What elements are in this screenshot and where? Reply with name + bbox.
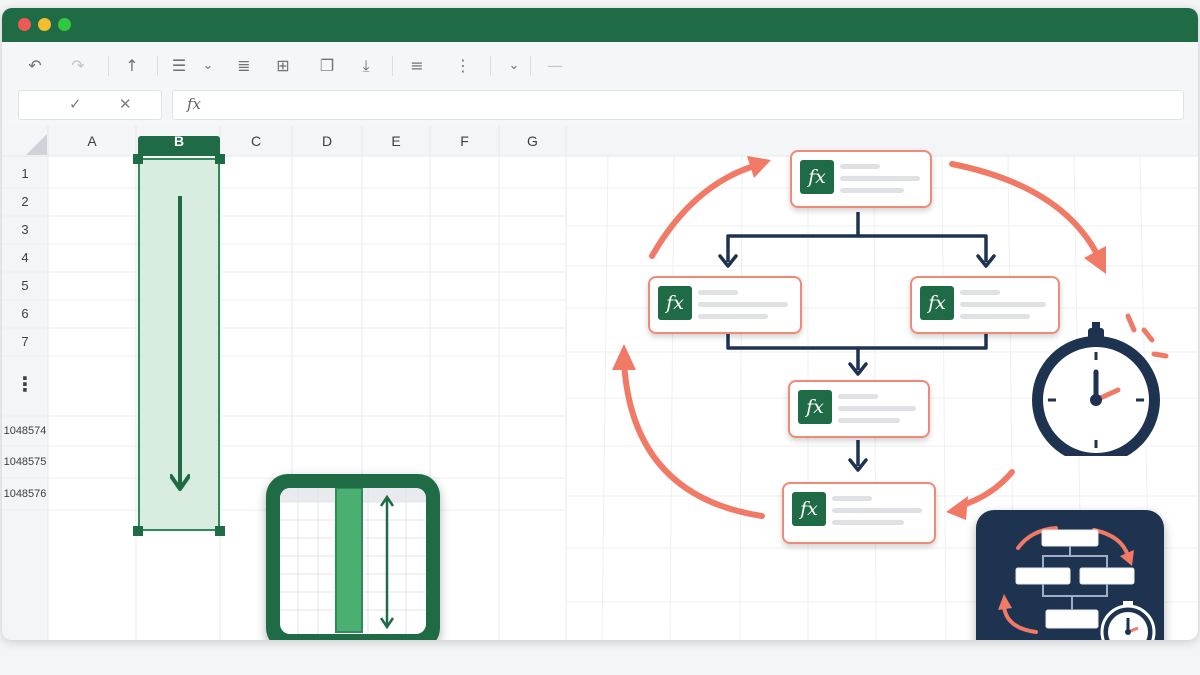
function-icon: fx: [800, 160, 834, 194]
column-header-e[interactable]: E: [362, 126, 430, 156]
rows-ellipsis: ⋮: [15, 372, 35, 396]
arrow-down-icon: [170, 196, 190, 491]
toolbar-divider: [157, 56, 158, 76]
column-header-c[interactable]: C: [220, 126, 292, 156]
align-left-icon[interactable]: ☰: [165, 52, 193, 80]
name-box[interactable]: ✓ ✕: [18, 90, 162, 120]
toolbar-divider: [490, 56, 491, 76]
row-header[interactable]: 1048575: [2, 456, 48, 468]
column-header-a[interactable]: A: [48, 126, 136, 156]
toolbar-divider: [392, 56, 393, 76]
close-window-button[interactable]: [18, 18, 31, 31]
fill-handle[interactable]: [215, 526, 225, 536]
formula-node[interactable]: fx: [790, 150, 932, 208]
toolbar-divider: [530, 56, 531, 76]
row-header[interactable]: 1: [2, 166, 48, 181]
function-label: fx: [187, 95, 202, 113]
recalc-cycle-graphic: [998, 526, 1156, 640]
mini-sheet: [280, 488, 426, 634]
row-header[interactable]: 1048574: [2, 425, 48, 437]
placeholder-line: [838, 406, 916, 411]
borders-icon[interactable]: ⊞: [269, 52, 297, 80]
insert-icon[interactable]: ⤓: [352, 52, 380, 80]
row-header[interactable]: 7: [2, 334, 48, 349]
row-header[interactable]: 4: [2, 250, 48, 265]
overflow-icon[interactable]: —: [541, 52, 569, 80]
title-bar: [2, 8, 1198, 42]
row-header[interactable]: 6: [2, 306, 48, 321]
check-icon[interactable]: ✓: [69, 95, 82, 113]
placeholder-line: [698, 302, 788, 307]
column-resize-icon: [266, 474, 440, 640]
undo-icon[interactable]: ↶: [21, 52, 49, 80]
worksheet-grid[interactable]: A B C D E F G 1 2 3 4 5 6 7 ⋮ 1048574 10…: [2, 126, 1198, 640]
toolbar-divider: [108, 56, 109, 76]
recalc-cycle-icon: [976, 510, 1164, 640]
formula-node[interactable]: fx: [648, 276, 802, 334]
function-icon: fx: [658, 286, 692, 320]
formula-node[interactable]: fx: [788, 380, 930, 438]
function-icon: fx: [798, 390, 832, 424]
chevron-down-icon[interactable]: ⌄: [500, 52, 528, 80]
placeholder-line: [840, 164, 880, 169]
toolbar: ↶ ↷ ↑ ☰ ⌄ ≣ ⊞ ❐ ⤓ ≡ ⋮ ⌄ —: [2, 42, 1198, 91]
row-header[interactable]: 5: [2, 278, 48, 293]
row-header[interactable]: 3: [2, 222, 48, 237]
formula-bar: ✓ ✕ fx: [2, 90, 1198, 126]
minimize-window-button[interactable]: [38, 18, 51, 31]
column-header-f[interactable]: F: [430, 126, 499, 156]
function-icon: fx: [920, 286, 954, 320]
chevron-down-icon[interactable]: ⌄: [194, 52, 222, 80]
stopwatch-icon: [1032, 313, 1169, 456]
placeholder-line: [960, 290, 1000, 295]
placeholder-line: [832, 520, 904, 525]
formula-input[interactable]: fx: [172, 90, 1184, 120]
redo-icon[interactable]: ↷: [64, 52, 92, 80]
spreadsheet-window: ↶ ↷ ↑ ☰ ⌄ ≣ ⊞ ❐ ⤓ ≡ ⋮ ⌄ — ✓ ✕ fx A B C D…: [2, 8, 1198, 640]
placeholder-line: [838, 394, 878, 399]
sort-icon[interactable]: ↑: [118, 52, 146, 80]
row-header[interactable]: 2: [2, 194, 48, 209]
formula-node[interactable]: fx: [782, 482, 936, 544]
list-icon[interactable]: ⋮: [449, 52, 477, 80]
row-header[interactable]: 1048576: [2, 488, 48, 500]
maximize-window-button[interactable]: [58, 18, 71, 31]
function-icon: fx: [792, 492, 826, 526]
placeholder-line: [838, 418, 900, 423]
placeholder-line: [840, 176, 920, 181]
column-header-d[interactable]: D: [292, 126, 362, 156]
placeholder-line: [698, 314, 768, 319]
placeholder-line: [698, 290, 738, 295]
selection-handle[interactable]: [133, 526, 143, 536]
column-header-b[interactable]: B: [138, 126, 220, 156]
placeholder-line: [832, 508, 922, 513]
column-header-g[interactable]: G: [499, 126, 566, 156]
close-icon[interactable]: ✕: [119, 95, 132, 113]
placeholder-line: [840, 188, 904, 193]
mini-sheet-grid: [280, 488, 426, 634]
wrap-text-icon[interactable]: ≡: [403, 52, 431, 80]
copy-icon[interactable]: ❐: [313, 52, 341, 80]
placeholder-line: [832, 496, 872, 501]
indent-icon[interactable]: ≣: [230, 52, 258, 80]
